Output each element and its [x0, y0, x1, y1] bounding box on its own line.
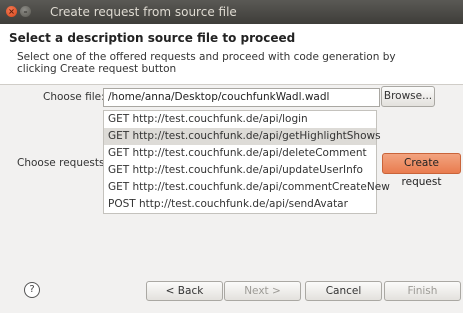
- wizard-header: Select a description source file to proc…: [0, 24, 463, 85]
- finish-button[interactable]: Finish: [384, 281, 461, 301]
- request-item[interactable]: GET http://test.couchfunk.de/api/deleteC…: [104, 145, 376, 162]
- back-button[interactable]: < Back: [146, 281, 223, 301]
- request-item[interactable]: GET http://test.couchfunk.de/api/comment…: [104, 179, 390, 196]
- requests-list[interactable]: GET http://test.couchfunk.de/api/login G…: [103, 110, 390, 214]
- page-description: Select one of the offered requests and p…: [17, 51, 396, 75]
- file-path-input[interactable]: /home/anna/Desktop/couchfunkWadl.wadl: [103, 88, 380, 107]
- request-item-selected[interactable]: GET http://test.couchfunk.de/api/getHigh…: [104, 128, 381, 145]
- title-bar: × – Create request from source file: [0, 0, 463, 24]
- request-item[interactable]: GET http://test.couchfunk.de/api/login: [104, 111, 376, 128]
- choose-requests-label: Choose requests:: [17, 157, 109, 169]
- question-circle-icon[interactable]: ?: [24, 282, 40, 298]
- request-item[interactable]: POST http://test.couchfunk.de/api/sendAv…: [104, 196, 376, 213]
- dialog-window: × – Create request from source file Sele…: [0, 0, 463, 313]
- page-title: Select a description source file to proc…: [9, 31, 296, 45]
- create-request-button[interactable]: Create request: [382, 153, 461, 188]
- close-window-icon[interactable]: ×: [6, 6, 17, 17]
- choose-file-label: Choose file:: [43, 91, 105, 103]
- cancel-button[interactable]: Cancel: [305, 281, 382, 301]
- minimize-window-icon[interactable]: –: [20, 6, 31, 17]
- window-title: Create request from source file: [50, 5, 237, 19]
- browse-button[interactable]: Browse...: [381, 86, 435, 107]
- request-item[interactable]: GET http://test.couchfunk.de/api/updateU…: [104, 162, 376, 179]
- next-button[interactable]: Next >: [224, 281, 301, 301]
